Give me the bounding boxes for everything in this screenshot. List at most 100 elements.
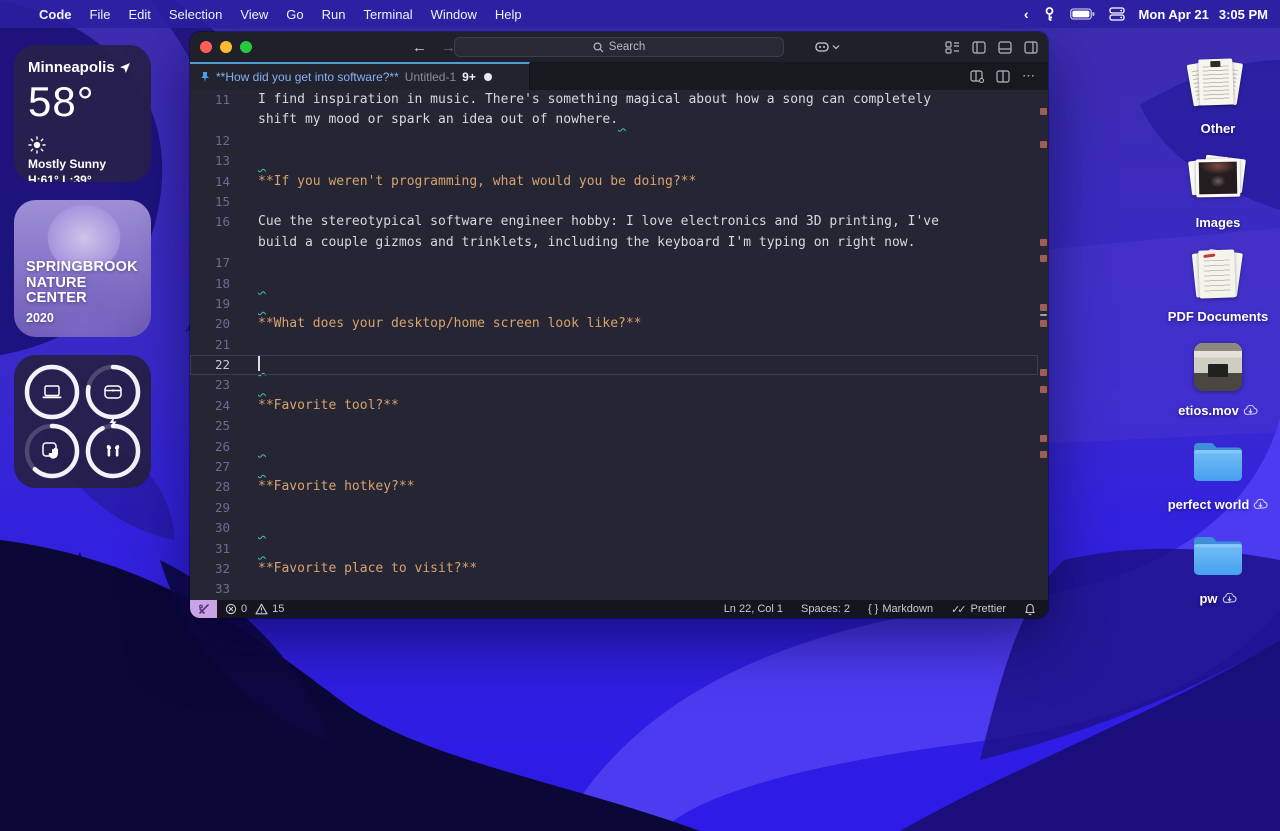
chevron-left-icon[interactable]: ‹ [1024, 6, 1029, 22]
overview-ruler[interactable] [1038, 90, 1048, 600]
editor-row-28[interactable]: 28**Favorite hotkey?** [190, 477, 1038, 497]
split-editor-icon[interactable] [996, 70, 1010, 83]
problems-indicator[interactable]: 0 15 [217, 603, 292, 615]
editor-row-31[interactable]: 31 [190, 539, 1038, 559]
editor-row-33[interactable]: 33 [190, 579, 1038, 599]
line-number: 18 [190, 274, 258, 294]
editor-row-19[interactable]: 19 [190, 294, 1038, 314]
desktop-icon-pw[interactable]: pw [1160, 512, 1276, 606]
pin-icon [200, 71, 210, 83]
line-number: 11 [190, 90, 258, 110]
menu-edit[interactable]: Edit [119, 7, 159, 22]
editor-row-27[interactable]: 27 [190, 457, 1038, 477]
line-content [258, 355, 266, 375]
zoom-window-button[interactable] [240, 41, 252, 53]
line-content: I find inspiration in music. There's som… [258, 90, 931, 110]
desktop-icon-images[interactable]: Images [1160, 136, 1276, 230]
display-stack-icon[interactable] [1109, 7, 1125, 21]
line-number: 14 [190, 172, 258, 192]
close-window-button[interactable] [200, 41, 212, 53]
trailing-whitespace-squiggle [258, 439, 266, 454]
editor-row-12[interactable]: 12 [190, 131, 1038, 151]
menu-window[interactable]: Window [422, 7, 486, 22]
cursor-position-indicator[interactable]: Ln 22, Col 1 [715, 603, 792, 615]
line-number: 13 [190, 151, 258, 171]
menu-run[interactable]: Run [313, 7, 355, 22]
photo-widget[interactable]: Springbrook Nature Center 2020 [14, 200, 151, 337]
editor-row-25[interactable]: 25 [190, 416, 1038, 436]
editor-row-15[interactable]: 15 [190, 192, 1038, 212]
indentation-indicator[interactable]: Spaces: 2 [792, 603, 859, 615]
desktop-icon-pdf-documents[interactable]: PDF Documents [1160, 230, 1276, 324]
toggle-sidebar-icon[interactable] [972, 41, 986, 54]
editor-row-13[interactable]: 13 [190, 151, 1038, 171]
editor-row-32[interactable]: 32**Favorite place to visit?** [190, 559, 1038, 579]
editor-row-30[interactable]: 30 [190, 518, 1038, 538]
editor-row-16[interactable]: 16Cue the stereotypical software enginee… [190, 212, 1038, 232]
desktop-icon-label: pw [1199, 591, 1217, 606]
editor-row-23[interactable]: 23 [190, 375, 1038, 395]
open-changes-icon[interactable] [970, 70, 984, 83]
errors-count: 0 [241, 603, 247, 615]
menu-help[interactable]: Help [486, 7, 531, 22]
search-icon [593, 42, 604, 53]
notifications-bell[interactable] [1015, 603, 1048, 616]
desktop-icon-etios-mov[interactable]: etios.mov [1160, 324, 1276, 418]
toggle-panel-icon[interactable] [998, 41, 1012, 54]
folder-icon [1190, 439, 1246, 485]
vscode-titlebar[interactable]: ← → Search [190, 32, 1048, 62]
weather-widget[interactable]: Minneapolis 58° Mostly Sunny H:61° L:39° [14, 45, 151, 182]
minimize-window-button[interactable] [220, 41, 232, 53]
unsaved-dot-icon[interactable] [484, 73, 492, 81]
battery-widget[interactable] [14, 355, 151, 488]
desktop-icon-perfect-world[interactable]: perfect world [1160, 418, 1276, 512]
editor-row-wrap[interactable]: build a couple gizmos and trinklets, inc… [190, 233, 1038, 253]
remote-indicator[interactable] [190, 600, 217, 618]
tab-untitled-1[interactable]: **How did you get into software?** Untit… [190, 62, 530, 90]
line-number [190, 110, 258, 130]
remote-icon [198, 603, 210, 615]
key-icon[interactable] [1043, 7, 1056, 22]
line-number: 31 [190, 539, 258, 559]
customize-layout-icon[interactable] [945, 41, 960, 54]
ruler-warning-marker [1040, 239, 1047, 246]
line-content: shift my mood or spark an idea out of no… [258, 110, 626, 130]
menu-selection[interactable]: Selection [160, 7, 231, 22]
editor-row-14[interactable]: 14**If you weren't programming, what wou… [190, 172, 1038, 192]
menu-go[interactable]: Go [277, 7, 312, 22]
battery-icon[interactable] [1070, 8, 1095, 20]
editor-row-29[interactable]: 29 [190, 498, 1038, 518]
trailing-whitespace-squiggle [258, 153, 266, 168]
menu-file[interactable]: File [81, 7, 120, 22]
editor-pane[interactable]: 11I find inspiration in music. There's s… [190, 90, 1048, 600]
editor-row-20[interactable]: 20**What does your desktop/home screen l… [190, 314, 1038, 334]
formatter-indicator[interactable]: ✓✓ Prettier [942, 603, 1015, 616]
editor-row-18[interactable]: 18 [190, 274, 1038, 294]
language-indicator[interactable]: { } Markdown [859, 603, 942, 615]
document-paper [1198, 58, 1234, 105]
menu-bar-date[interactable]: Mon Apr 21 [1139, 7, 1209, 22]
ruler-warning-marker [1040, 255, 1047, 262]
desktop-icon-other[interactable]: Other [1160, 42, 1276, 136]
editor-row-wrap[interactable]: shift my mood or spark an idea out of no… [190, 110, 1038, 130]
formatter-label: Prettier [971, 603, 1006, 615]
editor-row-26[interactable]: 26 [190, 437, 1038, 457]
editor-row-24[interactable]: 24**Favorite tool?** [190, 396, 1038, 416]
editor-row-21[interactable]: 21 [190, 335, 1038, 355]
editor-row-17[interactable]: 17 [190, 253, 1038, 273]
navigate-back-button[interactable]: ← [412, 39, 427, 56]
tab-filename: Untitled-1 [405, 70, 456, 84]
copilot-menu-button[interactable] [814, 40, 840, 54]
line-content [258, 294, 266, 314]
editor-row-22[interactable]: 22 [190, 355, 1038, 375]
menu-bar-time[interactable]: 3:05 PM [1219, 7, 1268, 22]
menu-view[interactable]: View [231, 7, 277, 22]
trailing-whitespace-squiggle [258, 541, 266, 556]
toggle-secondary-sidebar-icon[interactable] [1024, 41, 1038, 54]
menu-terminal[interactable]: Terminal [355, 7, 422, 22]
more-actions-icon[interactable]: ⋯ [1022, 68, 1036, 84]
menu-code[interactable]: Code [30, 7, 81, 22]
line-content: **What does your desktop/home screen loo… [258, 314, 642, 334]
command-center-search[interactable]: Search [454, 37, 784, 57]
editor-row-11[interactable]: 11I find inspiration in music. There's s… [190, 90, 1038, 110]
